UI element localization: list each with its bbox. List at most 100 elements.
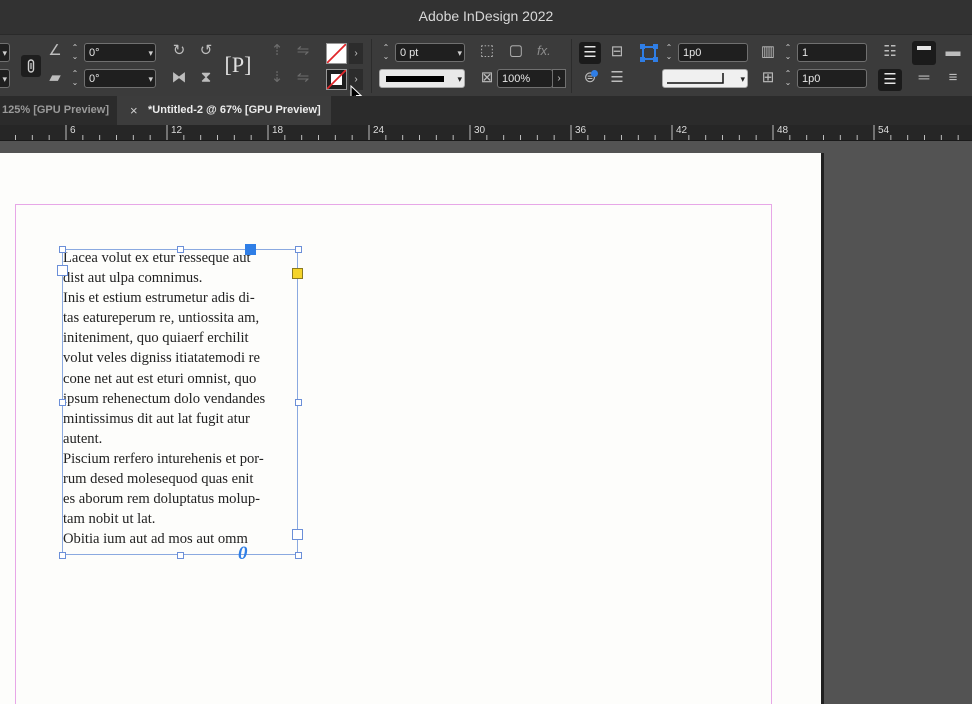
vertical-justify-bottom-icon[interactable]: ═ [912, 68, 936, 88]
select-previous-icon[interactable]: ⇋ [294, 68, 312, 88]
flip-vertical-icon[interactable]: ⧗ [196, 68, 216, 88]
vertical-justify-top-button[interactable] [912, 41, 936, 65]
title-bar: Adobe InDesign 2022 [0, 0, 972, 34]
stroke-style-preview [667, 73, 724, 84]
frame-handle-bottom-left[interactable] [59, 552, 66, 559]
story-line: cone net aut est eturi omnist, quo [63, 370, 257, 387]
story-line: initeniment, quo quiaerf erchilit [63, 330, 249, 347]
align-top-button[interactable]: ☰ [579, 42, 601, 64]
ruler-ticks [15, 125, 959, 140]
opacity-field[interactable]: 100% [497, 69, 553, 88]
stroke-style-field[interactable]: ▾ [662, 69, 748, 88]
story-line: autent. [63, 430, 103, 447]
stroke-none-icon [326, 69, 347, 90]
ruler-label: 12 [171, 125, 183, 136]
out-port[interactable] [292, 529, 303, 540]
rotate-counterclockwise-icon[interactable]: ↺ [196, 41, 216, 61]
shear-angle-field[interactable]: 0° ▾ [84, 69, 156, 88]
effects-fx-icon[interactable]: fx. [537, 41, 557, 61]
frame-handle-middle-right[interactable] [295, 399, 302, 406]
frame-handle-top-center[interactable] [177, 246, 184, 253]
rotation-angle-field[interactable]: 0° ▾ [84, 43, 156, 62]
top-bar-icon [917, 46, 931, 50]
reference-point-dropdown[interactable]: ▾ [0, 43, 10, 62]
balance-columns-icon[interactable]: ☷ [880, 42, 900, 62]
opacity-icon: ⊠ [480, 69, 494, 86]
align-justify-icon[interactable]: ☰ [607, 68, 627, 88]
columns-stepper[interactable]: ⌃ ⌄ [781, 43, 795, 62]
align-center-icon[interactable]: ⊟ [607, 42, 627, 62]
vertical-justify-center-icon[interactable]: ▬ [942, 42, 964, 62]
inset-spacing-icon [640, 44, 658, 62]
inset-spacing-value: 1p0 [683, 47, 702, 59]
span-columns-button[interactable]: ☰ [878, 69, 902, 91]
stroke-weight-stepper[interactable]: ⌃ ⌄ [379, 43, 393, 62]
fill-swatch-dropdown[interactable]: › [349, 43, 363, 64]
ruler-label: 42 [676, 125, 688, 136]
stroke-swatch[interactable] [326, 69, 347, 90]
story-text[interactable]: Lacea volut ex etur resseque aut dist aut… [63, 248, 303, 549]
scale-dropdown[interactable]: ▾ [0, 69, 10, 88]
frame-icon[interactable]: ▢ [507, 41, 525, 61]
frame-handle-middle-left[interactable] [59, 399, 66, 406]
story-line: volut veles digniss itiatatemodi re [63, 350, 260, 367]
close-tab-icon[interactable]: × [130, 96, 138, 125]
inset-spacing-stepper[interactable]: ⌃ ⌄ [662, 43, 676, 62]
select-content-icon[interactable]: ⇣ [268, 68, 286, 88]
rotation-angle-icon: ∠ [48, 42, 62, 59]
rotation-angle-stepper[interactable]: ⌃ ⌄ [68, 43, 82, 62]
constrain-proportions-button[interactable] [21, 55, 41, 77]
story-line: Obitia ium aut ad mos aut omm [63, 531, 248, 548]
inset-spacing-field[interactable]: 1p0 [678, 43, 748, 62]
horizontal-ruler[interactable]: 6 12 18 24 30 36 42 48 54 [0, 125, 972, 141]
columns-value: 1 [802, 47, 809, 59]
rotation-angle-value: 0° [89, 47, 100, 59]
link-icon [27, 59, 35, 73]
frame-handle-top-left[interactable] [59, 246, 66, 253]
fill-swatch[interactable] [326, 43, 347, 64]
stroke-type-preview [386, 76, 444, 82]
ruler-label: 54 [878, 125, 890, 136]
frame-handle-top-right[interactable] [295, 246, 302, 253]
vertical-justify-full-icon[interactable]: ≡ [942, 68, 964, 88]
story-line: tam nobit ut lat. [63, 511, 156, 528]
in-port[interactable] [57, 265, 68, 276]
tab-untitled-2[interactable]: × *Untitled-2 @ 67% [GPU Preview] [117, 96, 331, 125]
opacity-arrow-button[interactable]: › [552, 69, 566, 88]
rotate-clockwise-icon[interactable]: ↻ [169, 41, 189, 61]
story-line: ipsum rehenectum dolo vendandes [63, 390, 266, 407]
frame-handle-bottom-center[interactable] [177, 552, 184, 559]
direction-p-icon[interactable]: [P] [223, 49, 253, 83]
tab-125-preview[interactable]: 125% [GPU Preview] [0, 96, 118, 125]
frame-handle-bottom-right[interactable] [295, 552, 302, 559]
drop-shadow-icon[interactable]: ⬚ [478, 41, 496, 61]
column-width-icon: ⊞ [761, 69, 775, 86]
columns-field[interactable]: 1 [797, 43, 867, 62]
column-width-value: 1p0 [802, 73, 821, 85]
columns-icon: ▥ [760, 43, 776, 60]
flip-horizontal-icon[interactable]: ⧓ [169, 68, 189, 88]
story-line: es aborum rem doluptatus molup- [63, 491, 260, 508]
stroke-weight-value: 0 pt [400, 47, 419, 59]
content-grabber-handle[interactable] [292, 268, 303, 279]
select-next-icon[interactable]: ⇋ [294, 41, 312, 61]
stroke-type-field[interactable]: ▾ [379, 69, 465, 88]
corner-options-handle[interactable] [245, 244, 256, 255]
app-title: Adobe InDesign 2022 [418, 8, 554, 24]
overset-text-indicator: 0 [238, 543, 248, 564]
stroke-weight-field[interactable]: 0 pt ▾ [395, 43, 465, 62]
shear-angle-icon: ▰ [49, 69, 61, 86]
ruler-label: 24 [373, 125, 385, 136]
ruler-label: 48 [777, 125, 789, 136]
column-width-stepper[interactable]: ⌃ ⌄ [781, 69, 795, 88]
select-container-icon[interactable]: ⇡ [268, 41, 286, 61]
shear-angle-value: 0° [89, 73, 100, 85]
shear-angle-stepper[interactable]: ⌃ ⌄ [68, 69, 82, 88]
story-line: mintissimus dit aut lat fugit atur [63, 410, 250, 427]
tab-label: *Untitled-2 @ 67% [GPU Preview] [148, 104, 321, 116]
tab-label: 125% [GPU Preview] [2, 104, 109, 116]
document-tab-bar: 125% [GPU Preview] × *Untitled-2 @ 67% [… [0, 96, 972, 125]
page-shadow [821, 153, 824, 704]
ruler-label: 30 [474, 125, 486, 136]
column-width-field[interactable]: 1p0 [797, 69, 867, 88]
